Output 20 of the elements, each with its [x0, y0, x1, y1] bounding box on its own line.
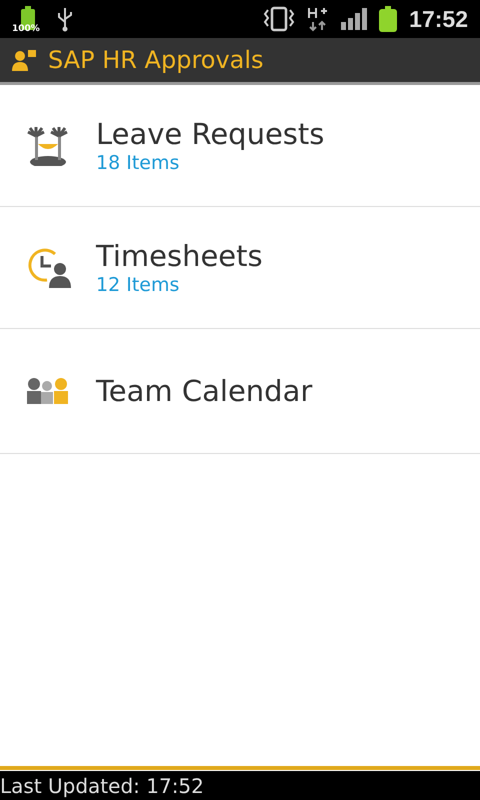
battery-icon — [379, 6, 398, 32]
vibrate-icon — [263, 6, 296, 32]
person-check-icon — [12, 49, 36, 71]
item-title: Leave Requests — [96, 116, 324, 152]
team-people-icon — [26, 376, 70, 406]
item-title: Team Calendar — [96, 372, 312, 410]
app-title: SAP HR Approvals — [48, 45, 264, 76]
menu-item[interactable]: Leave Requests 18 Items — [0, 85, 480, 207]
last-updated-text: Last Updated: 17:52 — [0, 772, 204, 800]
item-title: Timesheets — [96, 238, 263, 274]
palm-island-icon — [26, 126, 70, 166]
signal-icon — [341, 8, 368, 30]
menu-item[interactable]: Timesheets 12 Items — [0, 207, 480, 329]
item-count: 12 Items — [96, 274, 180, 298]
clock-time: 17:52 — [409, 4, 468, 34]
usb-icon — [56, 6, 74, 32]
battery-percent: 100% — [12, 25, 40, 34]
menu-item[interactable]: Team Calendar — [0, 329, 480, 454]
item-count: 18 Items — [96, 152, 180, 176]
hspa-data-icon — [307, 6, 330, 32]
